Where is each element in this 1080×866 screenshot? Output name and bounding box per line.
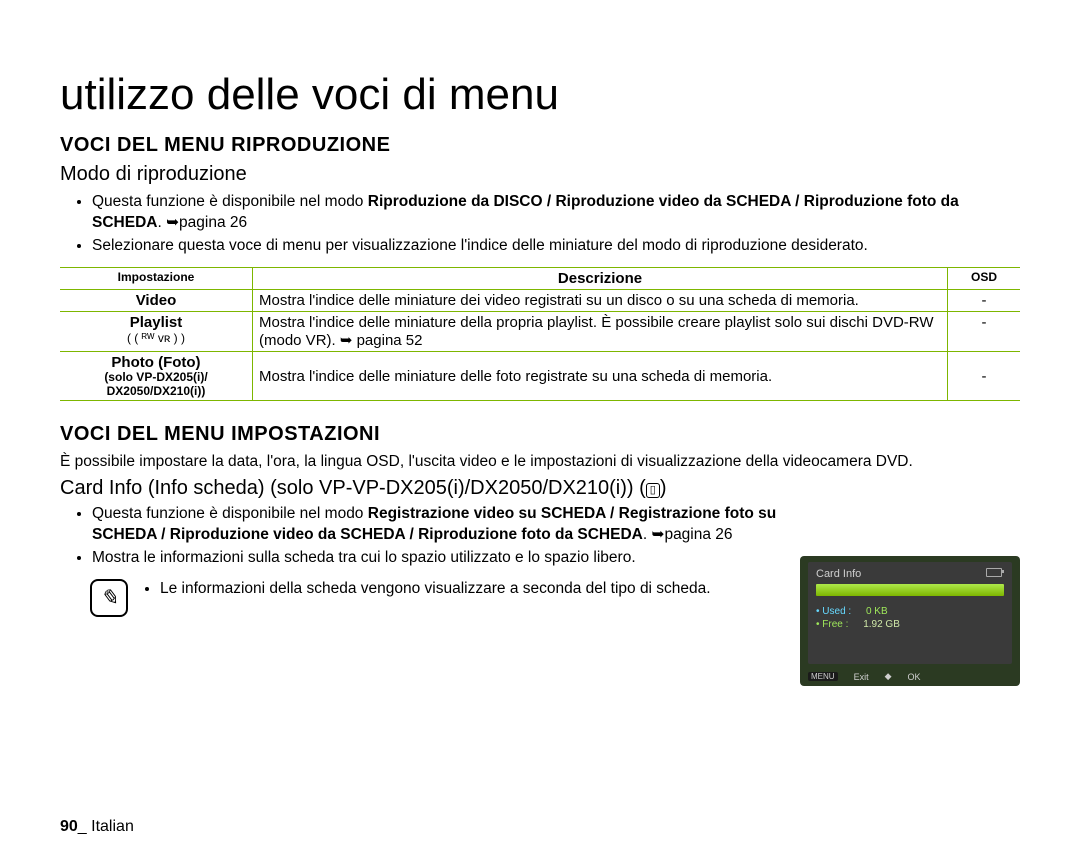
bullets-impostazioni: Questa funzione è disponibile nel modo R…	[60, 504, 832, 569]
menu-tag: MENU	[808, 672, 838, 681]
note-bullet: Le informazioni della scheda vengono vis…	[160, 579, 711, 600]
bullet: Questa funzione è disponibile nel modo R…	[92, 192, 1020, 234]
value: 1.92 GB	[863, 619, 900, 630]
col-descrizione: Descrizione	[253, 267, 948, 289]
battery-icon	[986, 568, 1002, 577]
osd-title: Card Info	[816, 568, 1004, 580]
ok-label: OK	[908, 672, 921, 682]
osd-footer: MENU Exit ◆ OK	[808, 671, 1012, 682]
col-osd: OSD	[948, 267, 1021, 289]
text: . ➥pagina 26	[157, 214, 247, 231]
osd-used-row: • Used : 0 KB	[816, 606, 1004, 617]
text: . ➥pagina 26	[643, 526, 733, 543]
language-label: Italian	[91, 818, 134, 835]
text: Card Info (Info scheda) (solo VP-VP-DX20…	[60, 477, 646, 499]
cell-impostazione: Video	[60, 289, 253, 311]
note-text: Le informazioni della scheda vengono vis…	[140, 579, 711, 600]
cell-descrizione: Mostra l'indice delle miniature dei vide…	[253, 289, 948, 311]
cell-descrizione: Mostra l'indice delle miniature della pr…	[253, 311, 948, 351]
table-row: Photo (Foto) (solo VP-DX205(i)/ DX2050/D…	[60, 351, 1020, 401]
bullet: Selezionare questa voce di menu per visu…	[92, 236, 1020, 257]
text: Questa funzione è disponibile nel modo	[92, 193, 368, 210]
table-row: Video Mostra l'indice delle miniature de…	[60, 289, 1020, 311]
col-impostazione: Impostazione	[60, 267, 253, 289]
page-number: 90	[60, 818, 78, 835]
cell-osd: -	[948, 351, 1021, 401]
osd-usage-bar	[816, 584, 1004, 596]
text-small: (solo VP-DX205(i)/	[66, 371, 246, 385]
page-footer: 90_ Italian	[60, 818, 134, 836]
label: • Used	[816, 606, 846, 617]
table-row: Playlist ( ( ᴿᵂ ᴠʀ ) ) Mostra l'indice d…	[60, 311, 1020, 351]
text: Questa funzione è disponibile nel modo	[92, 505, 368, 522]
text-small: DX2050/DX210(i))	[66, 385, 246, 399]
cell-osd: -	[948, 289, 1021, 311]
sd-card-icon: ▯	[646, 483, 660, 498]
section-heading-riproduzione: VOCI DEL MENU RIPRODUZIONE	[60, 134, 1020, 157]
exit-label: Exit	[854, 672, 869, 682]
page-title: utilizzo delle voci di menu	[60, 70, 1020, 120]
subsection-cardinfo: Card Info (Info scheda) (solo VP-VP-DX20…	[60, 477, 1020, 500]
osd-free-row: • Free : 1.92 GB	[816, 619, 1004, 630]
text: )	[660, 477, 667, 499]
subsection-modo: Modo di riproduzione	[60, 163, 1020, 186]
text: Photo (Foto)	[66, 354, 246, 371]
table-header: Impostazione Descrizione OSD	[60, 267, 1020, 289]
osd-preview: Card Info • Used : 0 KB • Free : 1.92 GB…	[800, 556, 1020, 686]
bullets-riproduzione: Questa funzione è disponibile nel modo R…	[60, 192, 1020, 257]
cell-descrizione: Mostra l'indice delle miniature delle fo…	[253, 351, 948, 401]
value: 0 KB	[866, 606, 888, 617]
settings-table: Impostazione Descrizione OSD Video Mostr…	[60, 267, 1020, 402]
osd-topbar	[986, 568, 1002, 577]
label: • Free	[816, 619, 843, 630]
section-heading-impostazioni: VOCI DEL MENU IMPOSTAZIONI	[60, 423, 1020, 446]
paragraph: È possibile impostare la data, l'ora, la…	[60, 452, 1020, 473]
text: Playlist	[66, 314, 246, 331]
note-icon: ✎	[90, 579, 128, 617]
cell-osd: -	[948, 311, 1021, 351]
cell-impostazione: Playlist ( ( ᴿᵂ ᴠʀ ) )	[60, 311, 253, 351]
disc-icons: ( ( ᴿᵂ ᴠʀ ) )	[66, 331, 246, 345]
bullet: Questa funzione è disponibile nel modo R…	[92, 504, 832, 546]
ok-dot: ◆	[885, 671, 892, 682]
separator: _	[78, 818, 91, 835]
cell-impostazione: Photo (Foto) (solo VP-DX205(i)/ DX2050/D…	[60, 351, 253, 401]
bullet: Mostra le informazioni sulla scheda tra …	[92, 548, 832, 569]
